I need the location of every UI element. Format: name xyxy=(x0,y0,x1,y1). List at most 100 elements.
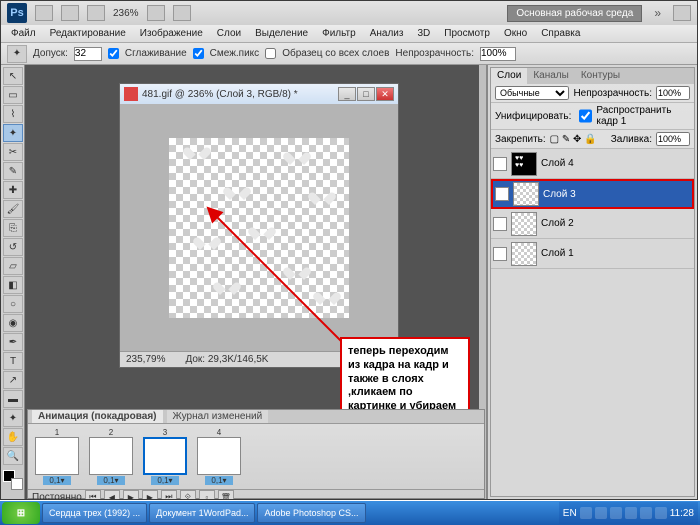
menu-analysis[interactable]: Анализ xyxy=(364,26,410,41)
workspace-button[interactable]: Основная рабочая среда xyxy=(507,5,642,22)
start-button[interactable]: ⊞ xyxy=(2,502,40,524)
opacity-input[interactable] xyxy=(480,47,516,61)
3d-tool[interactable]: ✦ xyxy=(3,409,23,427)
menu-3d[interactable]: 3D xyxy=(411,26,436,41)
tab-history[interactable]: Журнал изменений xyxy=(167,410,269,423)
eyedropper-tool[interactable]: ✎ xyxy=(3,162,23,180)
document-canvas[interactable] xyxy=(120,104,398,351)
tab-paths[interactable]: Контуры xyxy=(575,68,626,84)
layer-thumbnail[interactable] xyxy=(511,212,537,236)
layer-thumbnail[interactable] xyxy=(511,242,537,266)
menu-select[interactable]: Выделение xyxy=(249,26,314,41)
language-indicator[interactable]: EN xyxy=(563,508,577,519)
eraser-tool[interactable]: ▱ xyxy=(3,257,23,275)
next-frame-button[interactable]: ▶ xyxy=(142,490,158,499)
tween-button[interactable]: ⟐ xyxy=(180,490,196,499)
layer-row[interactable]: Слой 2 xyxy=(491,209,694,239)
visibility-icon[interactable] xyxy=(493,217,507,231)
menu-view[interactable]: Просмотр xyxy=(438,26,496,41)
layer-thumbnail[interactable] xyxy=(511,152,537,176)
arrange-icon[interactable] xyxy=(173,5,191,21)
menu-help[interactable]: Справка xyxy=(535,26,586,41)
contiguous-checkbox[interactable] xyxy=(193,48,204,59)
search-icon[interactable] xyxy=(673,5,691,21)
last-frame-button[interactable]: ⏭ xyxy=(161,490,177,499)
document-titlebar[interactable]: 481.gif @ 236% (Слой 3, RGB/8) * _ □ ✕ xyxy=(120,84,398,104)
crop-tool[interactable]: ✂ xyxy=(3,143,23,161)
fill-input[interactable] xyxy=(656,132,690,146)
antialias-checkbox[interactable] xyxy=(108,48,119,59)
propagate-checkbox[interactable] xyxy=(579,109,592,123)
path-tool[interactable]: ↗ xyxy=(3,371,23,389)
shape-tool[interactable]: ▬ xyxy=(3,390,23,408)
animation-frame[interactable]: 10,1▾ xyxy=(32,428,82,485)
color-swatches[interactable] xyxy=(3,470,23,490)
taskbar-item[interactable]: Документ 1WordPad... xyxy=(149,503,255,523)
all-layers-checkbox[interactable] xyxy=(265,48,276,59)
menu-filter[interactable]: Фильтр xyxy=(316,26,362,41)
wand-tool[interactable]: ✦ xyxy=(3,124,23,142)
blur-tool[interactable]: ○ xyxy=(3,295,23,313)
prev-frame-button[interactable]: ◀ xyxy=(104,490,120,499)
pen-tool[interactable]: ✒ xyxy=(3,333,23,351)
tray-icon[interactable] xyxy=(595,507,607,519)
tab-layers[interactable]: Слои xyxy=(491,68,527,84)
menu-window[interactable]: Окно xyxy=(498,26,533,41)
hand-tool[interactable]: ✋ xyxy=(3,428,23,446)
visibility-icon[interactable] xyxy=(493,157,507,171)
stamp-tool[interactable]: ⎘ xyxy=(3,219,23,237)
taskbar-item[interactable]: Adobe Photoshop CS... xyxy=(257,503,365,523)
tray-icon[interactable] xyxy=(640,507,652,519)
animation-frame[interactable]: 40,1▾ xyxy=(194,428,244,485)
layer-row[interactable]: Слой 4 xyxy=(491,149,694,179)
loop-select[interactable]: Постоянно xyxy=(32,492,82,500)
zoom-tool[interactable]: 🔍 xyxy=(3,447,23,465)
dodge-tool[interactable]: ◉ xyxy=(3,314,23,332)
close-button[interactable]: ✕ xyxy=(376,87,394,101)
layer-thumbnail[interactable] xyxy=(513,182,539,206)
menu-layers[interactable]: Слои xyxy=(211,26,247,41)
tray-icon[interactable] xyxy=(580,507,592,519)
minibridge-icon[interactable] xyxy=(61,5,79,21)
menu-image[interactable]: Изображение xyxy=(134,26,209,41)
tab-channels[interactable]: Каналы xyxy=(527,68,575,84)
minimize-button[interactable]: _ xyxy=(338,87,356,101)
lock-icons[interactable]: ▢ ✎ ✥ 🔒 xyxy=(550,134,597,145)
maximize-button[interactable]: □ xyxy=(357,87,375,101)
layer-row[interactable]: 👁Слой 3 xyxy=(491,179,694,209)
first-frame-button[interactable]: ⏮ xyxy=(85,490,101,499)
type-tool[interactable]: T xyxy=(3,352,23,370)
move-tool[interactable]: ↖ xyxy=(3,67,23,85)
animation-frame[interactable]: 30,1▾ xyxy=(140,428,190,485)
play-button[interactable]: ▶ xyxy=(123,490,139,499)
taskbar-item[interactable]: Сердца трех (1992) ... xyxy=(42,503,147,523)
zoom-level[interactable]: 236% xyxy=(113,8,139,19)
lasso-tool[interactable]: ⌇ xyxy=(3,105,23,123)
clock[interactable]: 11:28 xyxy=(670,508,694,519)
animation-frame[interactable]: 20,1▾ xyxy=(86,428,136,485)
canvas-content[interactable] xyxy=(169,138,349,318)
layer-row[interactable]: Слой 1 xyxy=(491,239,694,269)
gradient-tool[interactable]: ◧ xyxy=(3,276,23,294)
screen-mode-icon[interactable] xyxy=(87,5,105,21)
tray-icon[interactable] xyxy=(610,507,622,519)
blend-mode-select[interactable]: Обычные xyxy=(495,86,569,100)
hand-icon[interactable] xyxy=(147,5,165,21)
tray-icon[interactable] xyxy=(655,507,667,519)
history-brush-tool[interactable]: ↺ xyxy=(3,238,23,256)
menu-file[interactable]: Файл xyxy=(5,26,42,41)
chevron-right-icon[interactable]: » xyxy=(650,6,665,20)
tab-animation[interactable]: Анимация (покадровая) xyxy=(32,410,163,423)
tolerance-input[interactable] xyxy=(74,47,102,61)
heal-tool[interactable]: ✚ xyxy=(3,181,23,199)
visibility-icon[interactable] xyxy=(493,247,507,261)
marquee-tool[interactable]: ▭ xyxy=(3,86,23,104)
visibility-icon[interactable]: 👁 xyxy=(495,187,509,201)
delete-frame-button[interactable]: 🗑 xyxy=(218,490,234,499)
tray-icon[interactable] xyxy=(625,507,637,519)
new-frame-button[interactable]: ▫ xyxy=(199,490,215,499)
layer-opacity-input[interactable] xyxy=(656,86,690,100)
bridge-icon[interactable] xyxy=(35,5,53,21)
brush-tool[interactable]: 🖌 xyxy=(3,200,23,218)
menu-edit[interactable]: Редактирование xyxy=(44,26,132,41)
